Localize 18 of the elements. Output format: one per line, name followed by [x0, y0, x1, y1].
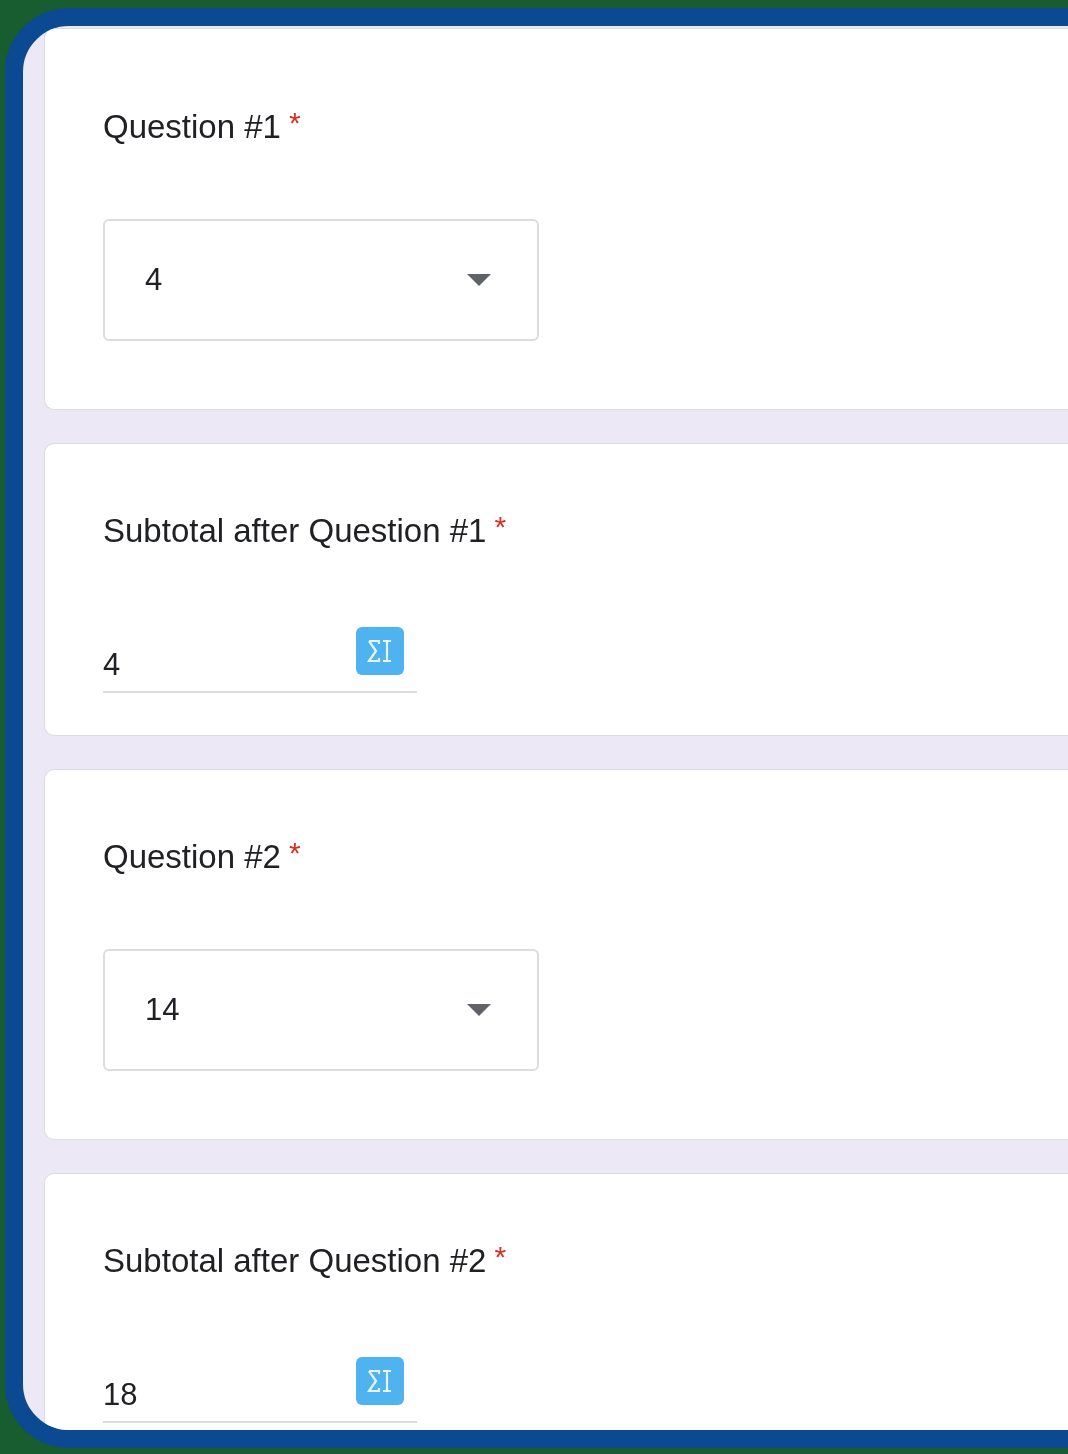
sigma-formula-icon — [356, 1357, 404, 1405]
dropdown-select[interactable]: 14 — [103, 949, 539, 1071]
dropdown-caret-icon — [467, 274, 491, 286]
question-title: Subtotal after Question #1 — [103, 511, 487, 551]
calculated-field[interactable]: 4 — [103, 627, 417, 693]
required-asterisk: * — [288, 107, 301, 139]
question-title: Subtotal after Question #2 — [103, 1241, 487, 1281]
calculated-field[interactable]: 18 — [103, 1357, 417, 1423]
dropdown-select[interactable]: 4 — [103, 219, 539, 341]
dropdown-caret-icon — [467, 1004, 491, 1016]
required-asterisk: * — [494, 1241, 507, 1273]
field-value: 4 — [103, 647, 121, 683]
question-title: Question #1 — [103, 107, 281, 147]
required-asterisk: * — [494, 511, 507, 543]
field-value: 18 — [103, 1377, 138, 1413]
sigma-formula-icon — [356, 627, 404, 675]
question-title: Question #2 — [103, 837, 281, 877]
required-asterisk: * — [288, 837, 301, 869]
